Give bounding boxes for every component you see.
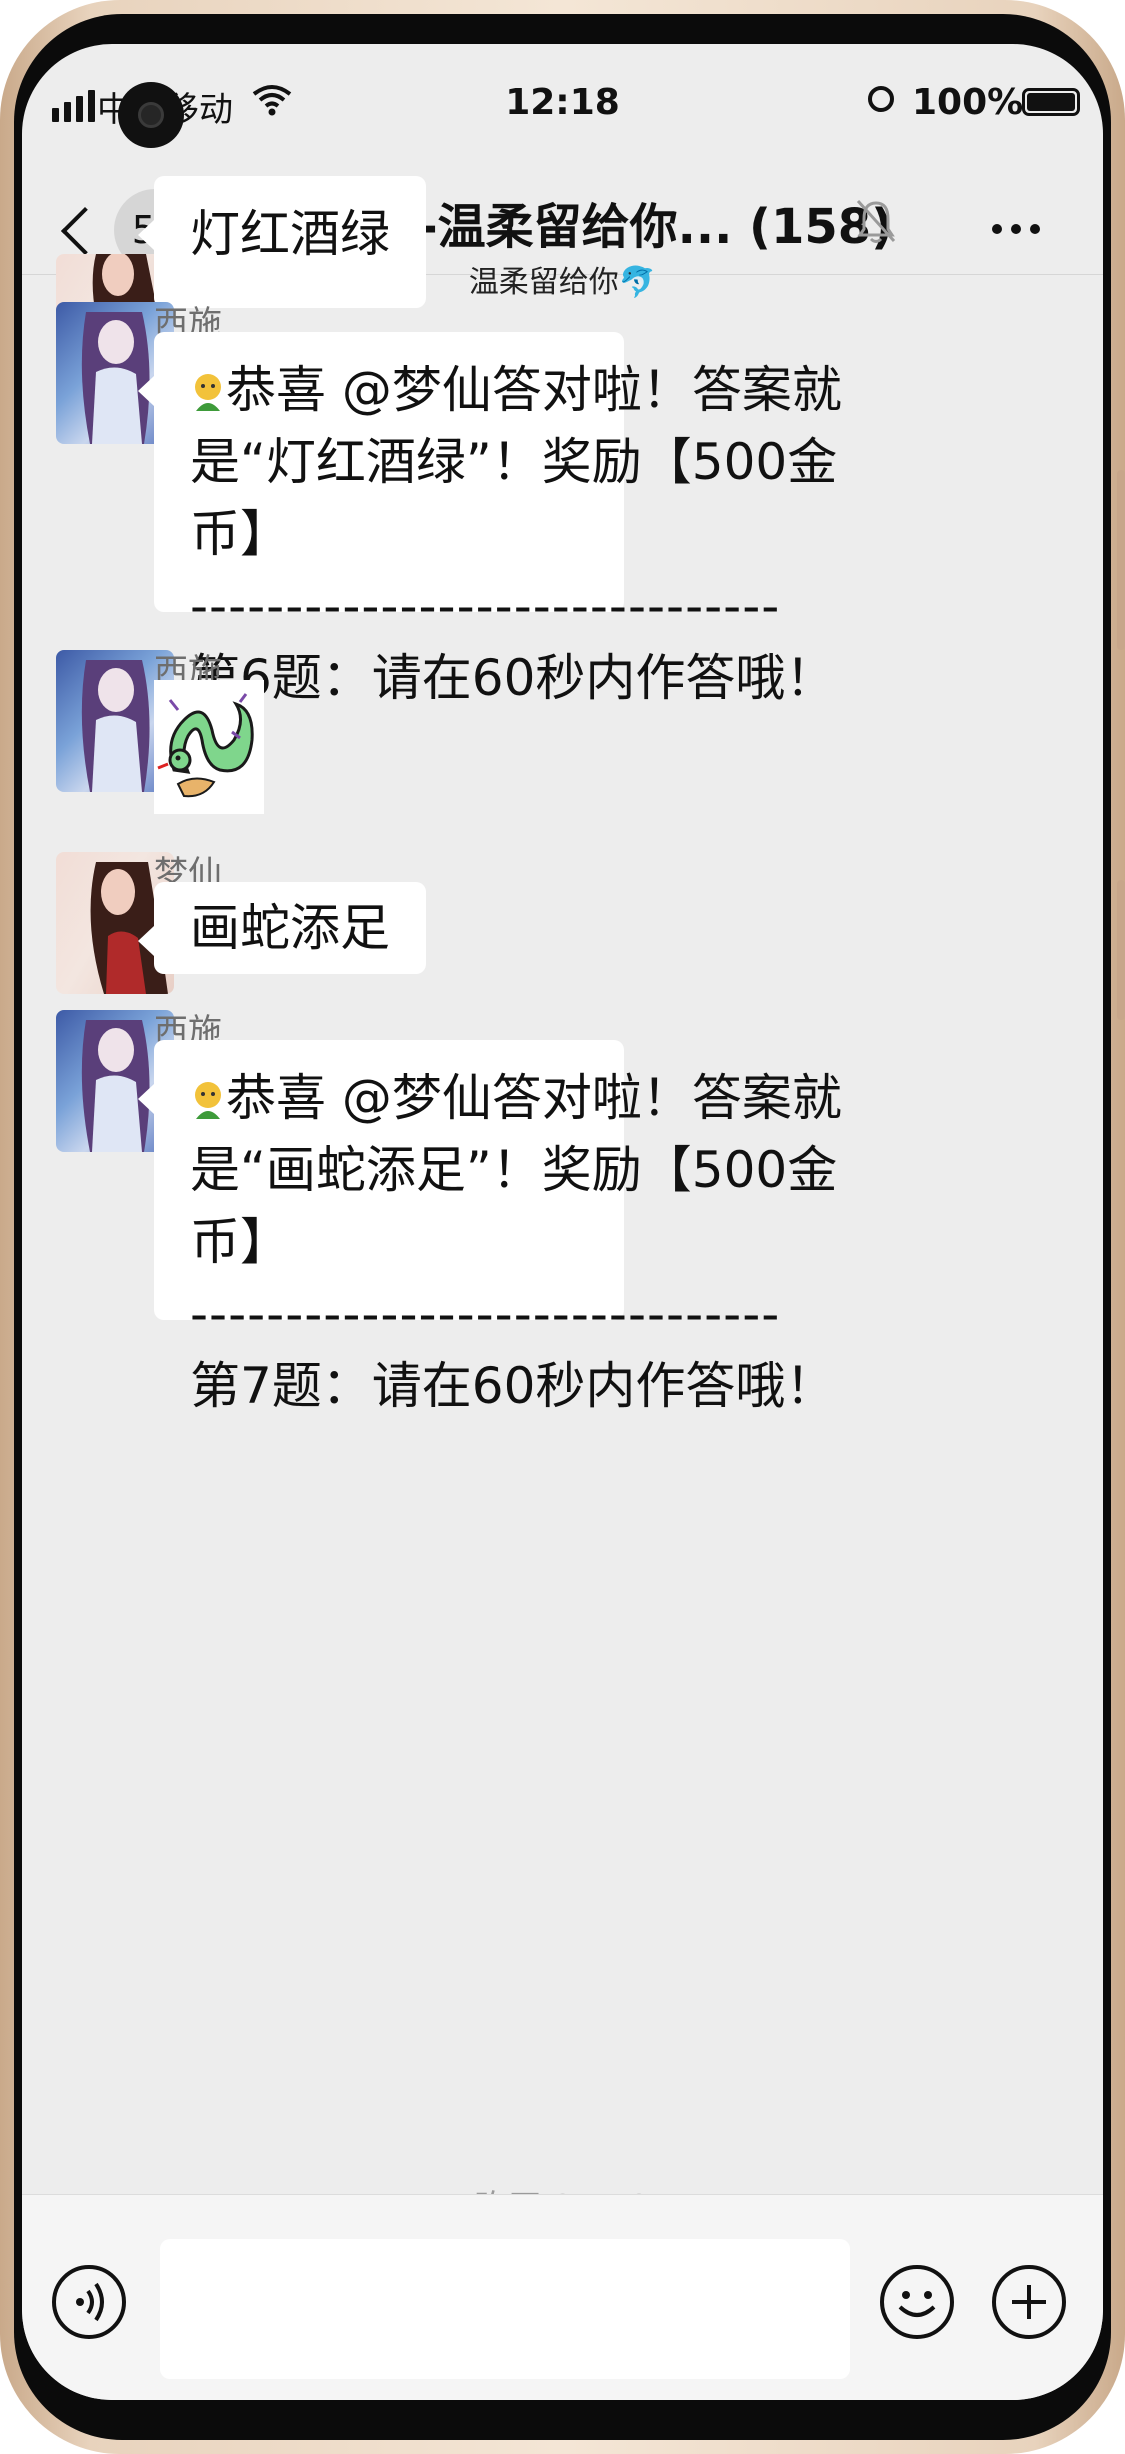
message-bubble[interactable]: 画蛇添足: [138, 882, 426, 974]
status-bar: 中国移动 12:18 100%: [22, 44, 1103, 148]
message-text: 币】: [190, 1213, 290, 1271]
side-button: [1117, 470, 1125, 650]
message-bubble[interactable]: 恭喜 @梦仙答对啦！答案就 是“灯红酒绿”！奖励【500金 币】 -------…: [138, 332, 842, 707]
battery-icon: [1022, 88, 1080, 116]
plus-icon[interactable]: [992, 2265, 1066, 2339]
snake-sticker[interactable]: [154, 680, 264, 814]
message-text: 灯红酒绿: [190, 205, 390, 263]
input-bar: [22, 2194, 1103, 2400]
message-text: 币】: [190, 505, 290, 563]
message-text: 恭喜 @梦仙答对啦！答案就: [226, 1069, 842, 1127]
more-icon[interactable]: [992, 224, 1040, 234]
message-bubble[interactable]: 恭喜 @梦仙答对啦！答案就 是“画蛇添足”！奖励【500金 币】 -------…: [138, 1040, 842, 1415]
sprout-emoji-icon: [195, 374, 221, 411]
message-bubble[interactable]: 灯红酒绿: [138, 176, 426, 308]
sprout-emoji-icon: [195, 1082, 221, 1119]
back-chevron-icon[interactable]: [60, 206, 110, 256]
rotation-lock-icon: [868, 86, 894, 112]
mute-bell-icon: [856, 199, 896, 243]
emoji-icon[interactable]: [880, 2265, 954, 2339]
battery-percent: 100%: [912, 82, 1024, 123]
message-text: 恭喜 @梦仙答对啦！答案就: [226, 361, 842, 419]
message-text: 画蛇添足: [190, 899, 390, 957]
side-button: [1117, 880, 1125, 1020]
message-input[interactable]: [160, 2239, 850, 2379]
phone-frame: 中国移动 12:18 100% 512 ＊ 异常-温柔留给你... (158): [0, 0, 1125, 2454]
screen: 中国移动 12:18 100% 512 ＊ 异常-温柔留给你... (158): [22, 44, 1103, 2400]
message-text: 是“灯红酒绿”！奖励【500金: [190, 433, 838, 491]
voice-icon[interactable]: [52, 2265, 126, 2339]
message-text: 是“画蛇添足”！奖励【500金: [190, 1141, 838, 1199]
message-divider: -------------------------------: [190, 577, 781, 635]
message-text: 第7题：请在60秒内作答哦！: [190, 1357, 836, 1415]
message-divider: -------------------------------: [190, 1285, 781, 1343]
